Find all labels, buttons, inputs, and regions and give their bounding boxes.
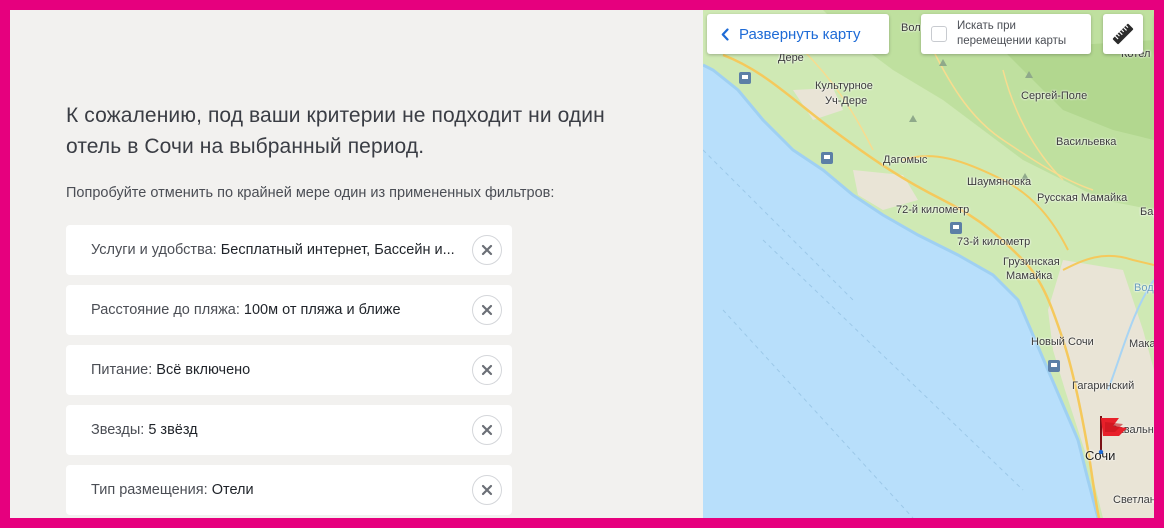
search-on-move-label: Искать при перемещении карты — [957, 20, 1067, 47]
close-icon — [481, 364, 493, 376]
map-label: Культурное — [815, 80, 873, 92]
filter-chip-accommodation-type: Тип размещения: Отели — [66, 465, 512, 515]
map-label: Сергей-Поле — [1021, 90, 1088, 102]
map-label: Уч-Дере — [825, 95, 868, 107]
filter-chip-meals: Питание: Всё включено — [66, 345, 512, 395]
ruler-icon — [1112, 23, 1134, 45]
map-label: 73-й километр — [957, 236, 1031, 248]
remove-filter-button[interactable] — [472, 415, 502, 445]
results-panel: К сожалению, под ваши критерии не подход… — [10, 10, 703, 518]
filter-label: Питание: — [91, 362, 157, 378]
filter-chip-stars: Звезды: 5 звёзд — [66, 405, 512, 455]
map-label: Водок — [1134, 282, 1154, 294]
filter-label: Звезды: — [91, 422, 149, 438]
map-label: Грузинская — [1003, 256, 1060, 268]
filter-label: Тип размещения: — [91, 482, 212, 498]
filter-value: Отели — [211, 482, 254, 498]
ruler-button[interactable] — [1103, 14, 1143, 54]
remove-filter-button[interactable] — [472, 475, 502, 505]
page-frame: К сожалению, под ваши критерии не подход… — [10, 10, 1154, 518]
no-results-headline: К сожалению, под ваши критерии не подход… — [66, 104, 605, 158]
map-label: Вол — [901, 22, 921, 34]
map-label: Светлана — [1113, 494, 1154, 506]
map-label: Бара — [1140, 206, 1154, 218]
hotel-map[interactable]: Вол Дере Культурное Уч-Дере Дагомыс Серг… — [703, 10, 1154, 518]
expand-map-label: Развернуть карту — [739, 25, 861, 43]
remove-filter-button[interactable] — [472, 355, 502, 385]
filter-label: Расстояние до пляжа: — [91, 302, 244, 318]
filter-value: 5 звёзд — [148, 422, 198, 438]
map-label: Русская Мамайка — [1037, 192, 1128, 204]
map-tiles — [703, 10, 1154, 518]
no-results-hint: Попробуйте отменить по крайней мере один… — [66, 185, 555, 201]
hotel-marker-icon[interactable] — [1097, 414, 1131, 454]
remove-filter-button[interactable] — [472, 295, 502, 325]
filter-label: Услуги и удобства: — [91, 242, 221, 258]
filter-value: Бесплатный интернет, Бассейн и... — [220, 242, 455, 258]
close-icon — [481, 304, 493, 316]
close-icon — [481, 424, 493, 436]
chevron-left-icon — [721, 27, 729, 41]
map-label: Новый Сочи — [1031, 336, 1094, 348]
close-icon — [481, 484, 493, 496]
map-label: Мамайка — [1006, 270, 1053, 282]
filter-value: 100м от пляжа и ближе — [243, 302, 401, 318]
map-label: Гагаринский — [1072, 380, 1135, 392]
expand-map-button[interactable]: Развернуть карту — [707, 14, 889, 54]
search-on-move-checkbox[interactable] — [931, 26, 947, 42]
map-label: Дагомыс — [883, 154, 928, 166]
remove-filter-button[interactable] — [472, 235, 502, 265]
filter-value: Всё включено — [156, 362, 251, 378]
map-label: 72-й километр — [896, 204, 970, 216]
filter-chip-beach-distance: Расстояние до пляжа: 100м от пляжа и бли… — [66, 285, 512, 335]
map-label: Васильевка — [1056, 136, 1117, 148]
map-label: Шаумяновка — [967, 176, 1032, 188]
search-on-move-toggle[interactable]: Искать при перемещении карты — [921, 14, 1091, 54]
applied-filters: Услуги и удобства: Бесплатный интернет, … — [66, 225, 512, 518]
close-icon — [481, 244, 493, 256]
filter-chip-amenities: Услуги и удобства: Бесплатный интернет, … — [66, 225, 512, 275]
map-label: Макар — [1129, 338, 1154, 350]
